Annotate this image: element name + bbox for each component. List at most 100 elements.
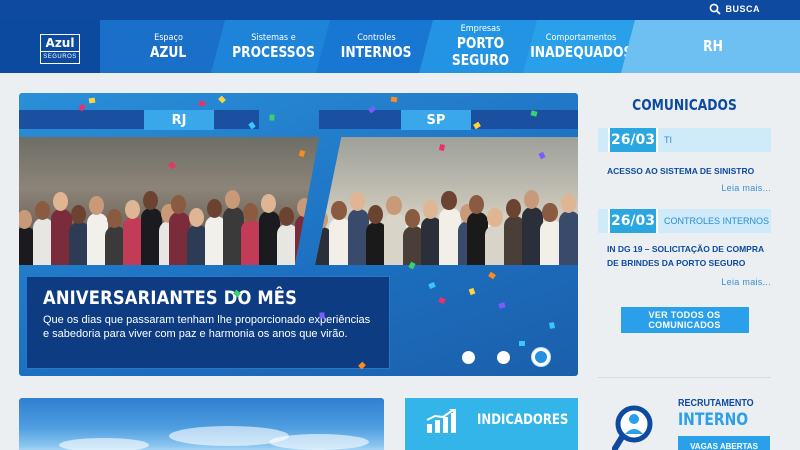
- person-head: [206, 198, 222, 218]
- person-head: [188, 207, 204, 227]
- slide-dot-1[interactable]: [462, 350, 475, 364]
- confetti-piece: [468, 287, 476, 296]
- news-item[interactable]: 26/03 CONTROLES INTERNOS IN DG 19 – SOLI…: [598, 209, 771, 287]
- magnifier-person-icon: [612, 405, 653, 450]
- news-date: 26/03: [608, 128, 658, 152]
- top-bar: BUSCA: [0, 0, 800, 20]
- tab-espaco-azul[interactable]: Espaço AZUL: [100, 20, 225, 73]
- search-icon: [710, 3, 722, 15]
- person-head: [542, 202, 558, 222]
- person-head: [315, 209, 329, 229]
- recrutamento-line2: INTERNO: [678, 410, 749, 430]
- news-header: 26/03 TI: [598, 128, 771, 152]
- person-head: [368, 204, 384, 224]
- confetti-piece: [390, 96, 398, 103]
- banner-title: ANIVERSARIANTES DO MÊS: [43, 287, 298, 309]
- sky-banner[interactable]: [19, 398, 384, 450]
- person-head: [71, 204, 87, 224]
- comunicados-panel: COMUNICADOS 26/03 TI ACESSO AO SISTEMA D…: [598, 93, 771, 333]
- indicadores-label: INDICADORES: [477, 412, 569, 428]
- person-head: [19, 209, 33, 229]
- person-head: [505, 198, 521, 218]
- person-head: [349, 191, 365, 211]
- read-more-link[interactable]: Leia mais...: [598, 183, 771, 193]
- person-silhouette: [294, 215, 316, 265]
- person-head: [441, 190, 457, 210]
- news-item[interactable]: 26/03 TI ACESSO AO SISTEMA DE SINISTRO L…: [598, 128, 771, 193]
- banner-caption: ANIVERSARIANTES DO MÊS Que os dias que p…: [26, 276, 390, 369]
- ribbon-left: [19, 110, 259, 129]
- person-head: [260, 193, 276, 213]
- logo-sub: SEGUROS: [41, 51, 79, 62]
- photo-rj-team: [19, 137, 319, 265]
- main-nav: RH Comportamentos INADEQUADOS Empresas POR…: [0, 20, 800, 73]
- confetti-piece: [408, 261, 416, 270]
- slide-dot-2[interactable]: [497, 350, 510, 364]
- confetti-piece: [199, 101, 205, 106]
- person-head: [224, 189, 240, 209]
- confetti-piece: [428, 282, 436, 289]
- logo-main: Azul: [45, 36, 75, 50]
- cloud: [59, 438, 149, 450]
- person-head: [487, 207, 503, 227]
- cloud: [269, 434, 369, 450]
- person-head: [170, 194, 186, 214]
- person-silhouette: [558, 211, 578, 265]
- slide-dot-3[interactable]: [532, 348, 550, 366]
- tab-big: PROCESSOS: [232, 42, 315, 61]
- tab-big: INTERNOS: [341, 42, 412, 61]
- person-head: [242, 202, 258, 222]
- person-head: [296, 197, 312, 217]
- confetti-piece: [88, 97, 96, 104]
- news-date: 26/03: [608, 209, 658, 233]
- news-header: 26/03 CONTROLES INTERNOS: [598, 209, 771, 233]
- confetti-piece: [498, 302, 506, 309]
- confetti-piece: [438, 296, 446, 305]
- label-rj: RJ: [144, 110, 214, 130]
- azul-seguros-logo[interactable]: Azul SEGUROS: [40, 34, 80, 64]
- person-head: [125, 199, 141, 219]
- confetti-piece: [218, 95, 226, 104]
- news-category: CONTROLES INTERNOS: [664, 216, 770, 226]
- person-head: [89, 195, 105, 215]
- comunicados-title: COMUNICADOS: [632, 96, 737, 114]
- tab-rh[interactable]: RH: [615, 20, 800, 73]
- person-head: [524, 189, 540, 209]
- tab-sistemas[interactable]: Sistemas e PROCESSOS: [205, 20, 330, 73]
- search-label: BUSCA: [725, 4, 760, 14]
- person-head: [560, 193, 576, 213]
- search-link[interactable]: BUSCA: [709, 3, 760, 15]
- divider: [598, 377, 771, 378]
- slider-dots: [462, 348, 550, 366]
- person-head: [469, 194, 485, 214]
- tab-big: RH: [703, 37, 724, 55]
- news-title[interactable]: IN DG 19 – SOLICITAÇÃO DE COMPRA DE BRIN…: [607, 242, 767, 270]
- label-sp: SP: [401, 110, 471, 130]
- recrutamento-line1: RECRUTAMENTO: [678, 398, 754, 409]
- news-title[interactable]: ACESSO AO SISTEMA DE SINISTRO: [607, 164, 771, 178]
- confetti-piece: [518, 340, 526, 347]
- person-head: [143, 190, 159, 210]
- read-more-link[interactable]: Leia mais...: [598, 277, 771, 287]
- person-head: [404, 208, 420, 228]
- person-head: [278, 206, 294, 226]
- all-comunicados-button[interactable]: VER TODOS OS COMUNICADOS: [620, 307, 749, 333]
- tab-big: AZUL: [150, 42, 187, 61]
- confetti-piece: [548, 322, 556, 329]
- person-head: [53, 191, 69, 211]
- person-head: [331, 200, 347, 220]
- person-head: [35, 200, 51, 220]
- tab-big: PORTO SEGURO: [451, 34, 510, 69]
- confetti-piece: [488, 271, 496, 280]
- person-head: [386, 195, 402, 215]
- indicadores-card[interactable]: INDICADORES: [405, 398, 578, 450]
- vagas-abertas-button[interactable]: VAGAS ABERTAS: [678, 436, 770, 450]
- confetti-piece: [319, 312, 325, 319]
- news-category: TI: [664, 135, 672, 145]
- confetti-piece: [269, 114, 275, 121]
- tab-big: INADEQUADOS: [529, 42, 633, 61]
- person-head: [107, 208, 123, 228]
- birthday-banner[interactable]: RJ SP ANIVERSARIANTES DO MÊS Que os dias…: [19, 93, 578, 376]
- bar-chart-icon: [426, 409, 456, 433]
- person-head: [423, 199, 439, 219]
